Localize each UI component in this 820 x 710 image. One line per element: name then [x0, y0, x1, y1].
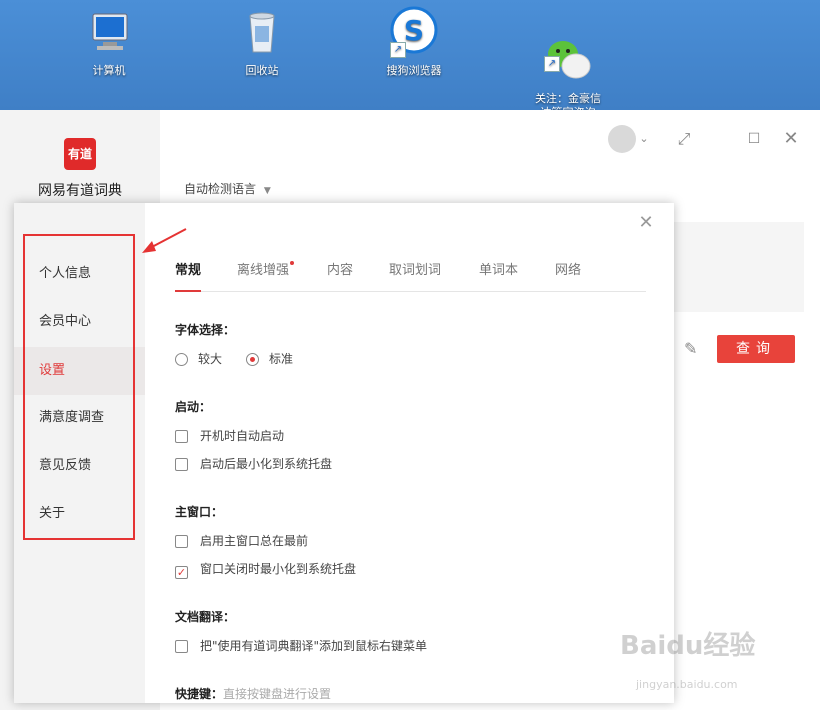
- hotkey-section-title: 快捷键：直接按键盘进行设置: [175, 685, 331, 702]
- minimize-on-close-label: 窗口关闭时最小化到系统托盘: [200, 562, 357, 576]
- computer-icon: [83, 6, 135, 58]
- context-menu-option[interactable]: 把"使用有道词典翻译"添加到鼠标右键菜单: [175, 637, 427, 655]
- autostart-label: 开机时自动启动: [200, 429, 285, 443]
- tab-offline-label: 离线增强: [237, 263, 290, 278]
- desktop-icon-recycle-bin[interactable]: 回收站: [212, 6, 312, 78]
- shortcut-arrow-icon: ↗: [544, 56, 560, 72]
- checkbox-unchecked[interactable]: [175, 458, 188, 471]
- font-option-large[interactable]: 较大: [175, 350, 222, 368]
- checkbox-unchecked[interactable]: [175, 535, 188, 548]
- context-menu-label: 把"使用有道词典翻译"添加到鼠标右键菜单: [200, 639, 428, 653]
- caret-down-icon: ▼: [263, 186, 271, 196]
- query-button[interactable]: 查询: [717, 335, 795, 363]
- main-window-section-title: 主窗口：: [175, 505, 224, 519]
- shortcut-arrow-icon: ↗: [390, 42, 406, 58]
- mini-mode-icon[interactable]: ⤢: [674, 128, 694, 150]
- desktop-icon-computer[interactable]: 计算机: [59, 6, 159, 78]
- always-on-top-option[interactable]: 启用主窗口总在最前: [175, 532, 308, 550]
- language-select-value: 自动检测语言: [184, 182, 257, 196]
- annotation-highlight-box: [23, 234, 135, 540]
- hotkey-hint: 直接按键盘进行设置: [223, 687, 332, 701]
- tab-word-capture[interactable]: 取词划词: [389, 259, 441, 290]
- language-select[interactable]: 自动检测语言 ▼: [184, 180, 271, 197]
- desktop-icon-label: 搜狗浏览器: [386, 64, 442, 77]
- chevron-down-icon[interactable]: ⌄: [638, 128, 650, 150]
- tab-offline[interactable]: 离线增强: [237, 259, 295, 290]
- settings-sidebar: 个人信息 会员中心 设置 满意度调查 意见反馈 关于: [14, 203, 145, 703]
- tab-network[interactable]: 网络: [555, 259, 581, 290]
- desktop: 计算机 回收站 S ↗ 搜狗浏览器 ↗ 关注：金豪信: [0, 0, 820, 119]
- settings-tabs: 常规 离线增强 内容 取词划词 单词本 网络: [175, 259, 646, 292]
- start-minimized-label: 启动后最小化到系统托盘: [200, 457, 333, 471]
- startup-section-title: 启动：: [175, 400, 212, 414]
- new-badge-dot: [290, 261, 295, 265]
- radio-checked[interactable]: [246, 353, 259, 366]
- recycle-bin-icon: [236, 6, 288, 58]
- settings-dialog: 个人信息 会员中心 设置 满意度调查 意见反馈 关于 ✕ 常规 离线增强 内容 …: [14, 203, 674, 703]
- annotation-arrow-icon: [142, 228, 187, 253]
- app-name: 网易有道词典: [38, 183, 122, 199]
- desktop-icon-label: 回收站: [245, 64, 279, 77]
- checkbox-unchecked[interactable]: [175, 430, 188, 443]
- minimize-on-close-option[interactable]: ✓ 窗口关闭时最小化到系统托盘: [175, 560, 357, 579]
- tab-wordbook[interactable]: 单词本: [479, 259, 518, 290]
- baidu-watermark: Baidu经验: [620, 631, 756, 661]
- svg-text:S: S: [404, 14, 424, 47]
- user-avatar-icon[interactable]: [608, 125, 636, 153]
- hotkey-title: 快捷键：: [175, 687, 224, 701]
- baidu-watermark-url: jingyan.baidu.com: [636, 678, 738, 691]
- start-minimized-option[interactable]: 启动后最小化到系统托盘: [175, 455, 332, 473]
- dialog-close-icon[interactable]: ✕: [636, 213, 656, 233]
- checkbox-checked[interactable]: ✓: [175, 566, 188, 579]
- maximize-icon[interactable]: ☐: [744, 128, 764, 150]
- font-option-large-label: 较大: [198, 352, 223, 366]
- desktop-icon-sogou[interactable]: S ↗ 搜狗浏览器: [364, 6, 464, 78]
- desktop-icon-label: 计算机: [92, 64, 126, 77]
- youdao-logo: 有道: [64, 138, 96, 170]
- close-window-icon[interactable]: ✕: [780, 128, 802, 150]
- font-option-standard[interactable]: 标准: [246, 350, 293, 368]
- sogou-browser-icon: S ↗: [388, 6, 440, 58]
- handwriting-icon[interactable]: ✎: [684, 339, 697, 358]
- doc-translate-section-title: 文档翻译：: [175, 610, 236, 624]
- autostart-option[interactable]: 开机时自动启动: [175, 427, 284, 445]
- always-on-top-label: 启用主窗口总在最前: [200, 534, 309, 548]
- font-section-title: 字体选择：: [175, 323, 236, 337]
- font-option-standard-label: 标准: [269, 352, 294, 366]
- tab-content[interactable]: 内容: [327, 259, 353, 290]
- tab-general[interactable]: 常规: [175, 259, 202, 292]
- radio-unchecked[interactable]: [175, 353, 188, 366]
- checkbox-unchecked[interactable]: [175, 640, 188, 653]
- wechat-icon: ↗: [542, 20, 594, 79]
